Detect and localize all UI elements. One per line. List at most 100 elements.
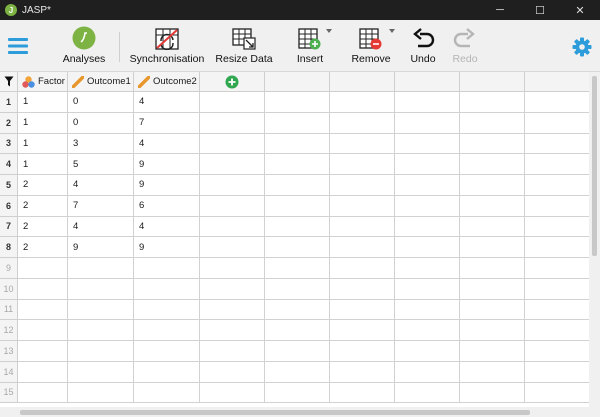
empty-cell[interactable]: [330, 133, 395, 155]
empty-cell[interactable]: [265, 133, 330, 155]
data-cell[interactable]: 0: [68, 92, 134, 113]
empty-cell[interactable]: [395, 299, 460, 321]
data-cell[interactable]: 9: [134, 154, 200, 175]
empty-cell[interactable]: [200, 175, 265, 196]
row-number[interactable]: 10: [0, 278, 18, 300]
analyses-button[interactable]: Analyses: [62, 20, 106, 72]
empty-cell[interactable]: [460, 133, 525, 155]
row-number[interactable]: 12: [0, 320, 18, 341]
empty-cell[interactable]: [200, 216, 265, 238]
empty-cell[interactable]: [330, 341, 395, 362]
empty-cell[interactable]: [265, 237, 330, 258]
empty-cell[interactable]: [68, 299, 134, 321]
data-cell[interactable]: 2: [18, 237, 68, 258]
empty-cell[interactable]: [330, 92, 395, 113]
empty-cell[interactable]: [460, 361, 525, 383]
row-number[interactable]: 1: [0, 92, 18, 113]
empty-cell[interactable]: [265, 216, 330, 238]
empty-cell[interactable]: [460, 299, 525, 321]
empty-cell[interactable]: [525, 113, 589, 134]
data-cell[interactable]: 2: [18, 175, 68, 196]
empty-cell[interactable]: [200, 237, 265, 258]
empty-cell[interactable]: [265, 154, 330, 175]
empty-cell[interactable]: [200, 382, 265, 404]
empty-cell[interactable]: [395, 154, 460, 175]
empty-cell[interactable]: [134, 341, 200, 362]
empty-cell[interactable]: [200, 112, 265, 134]
empty-cell[interactable]: [18, 320, 68, 341]
empty-cell[interactable]: [330, 382, 395, 404]
empty-cell[interactable]: [525, 279, 589, 300]
row-number[interactable]: 7: [0, 216, 18, 238]
empty-cell[interactable]: [395, 112, 460, 134]
horizontal-scrollbar[interactable]: [0, 407, 600, 417]
empty-cell[interactable]: [18, 361, 68, 383]
synchronisation-button[interactable]: Synchronisation: [128, 20, 206, 72]
empty-cell[interactable]: [265, 112, 330, 134]
empty-cell[interactable]: [265, 320, 330, 341]
empty-cell[interactable]: [395, 216, 460, 238]
empty-cell[interactable]: [330, 237, 395, 258]
empty-cell[interactable]: [18, 299, 68, 321]
row-number[interactable]: 6: [0, 195, 18, 217]
vertical-scrollbar[interactable]: [589, 72, 600, 407]
empty-cell[interactable]: [265, 195, 330, 217]
empty-cell[interactable]: [460, 382, 525, 404]
empty-cell[interactable]: [460, 112, 525, 134]
empty-cell[interactable]: [265, 278, 330, 300]
row-number[interactable]: 3: [0, 133, 18, 155]
empty-cell[interactable]: [18, 382, 68, 404]
undo-button[interactable]: Undo: [407, 20, 439, 72]
row-number[interactable]: 15: [0, 382, 18, 404]
empty-cell[interactable]: [460, 92, 525, 113]
data-cell[interactable]: 5: [68, 154, 134, 175]
empty-cell[interactable]: [200, 299, 265, 321]
data-cell[interactable]: 2: [18, 195, 68, 217]
data-cell[interactable]: 1: [18, 154, 68, 175]
empty-cell[interactable]: [395, 195, 460, 217]
data-cell[interactable]: 9: [68, 237, 134, 258]
data-cell[interactable]: 7: [134, 112, 200, 134]
empty-cell[interactable]: [330, 320, 395, 341]
maximize-button[interactable]: ☐: [520, 0, 560, 20]
empty-cell[interactable]: [265, 258, 330, 279]
empty-cell[interactable]: [200, 278, 265, 300]
row-number[interactable]: 14: [0, 361, 18, 383]
empty-cell[interactable]: [395, 175, 460, 196]
empty-cell[interactable]: [134, 278, 200, 300]
empty-cell[interactable]: [525, 134, 589, 155]
empty-cell[interactable]: [395, 278, 460, 300]
empty-cell[interactable]: [460, 237, 525, 258]
empty-cell[interactable]: [200, 320, 265, 341]
empty-cell[interactable]: [525, 217, 589, 238]
empty-cell[interactable]: [200, 258, 265, 279]
resize-data-button[interactable]: Resize Data: [214, 20, 274, 72]
empty-cell[interactable]: [265, 361, 330, 383]
empty-cell[interactable]: [68, 258, 134, 279]
empty-cell[interactable]: [200, 133, 265, 155]
empty-cell[interactable]: [330, 112, 395, 134]
empty-cell[interactable]: [330, 258, 395, 279]
filter-button[interactable]: [0, 72, 18, 92]
empty-cell[interactable]: [68, 361, 134, 383]
empty-cell[interactable]: [330, 299, 395, 321]
empty-cell[interactable]: [395, 320, 460, 341]
empty-cell[interactable]: [330, 175, 395, 196]
empty-cell[interactable]: [18, 258, 68, 279]
row-number[interactable]: 8: [0, 237, 18, 258]
row-number[interactable]: 13: [0, 341, 18, 362]
data-cell[interactable]: 4: [134, 133, 200, 155]
empty-cell[interactable]: [525, 320, 589, 341]
column-header-outcome1[interactable]: Outcome1: [68, 72, 134, 92]
empty-cell[interactable]: [460, 320, 525, 341]
column-header-outcome2[interactable]: Outcome2: [134, 72, 200, 92]
empty-cell[interactable]: [460, 175, 525, 196]
empty-cell[interactable]: [525, 92, 589, 113]
data-cell[interactable]: 0: [68, 112, 134, 134]
empty-cell[interactable]: [525, 300, 589, 321]
empty-cell[interactable]: [265, 92, 330, 113]
main-menu-button[interactable]: [8, 37, 28, 55]
insert-dropdown-arrow-icon[interactable]: [326, 29, 332, 33]
data-cell[interactable]: 7: [68, 195, 134, 217]
empty-cell[interactable]: [460, 258, 525, 279]
